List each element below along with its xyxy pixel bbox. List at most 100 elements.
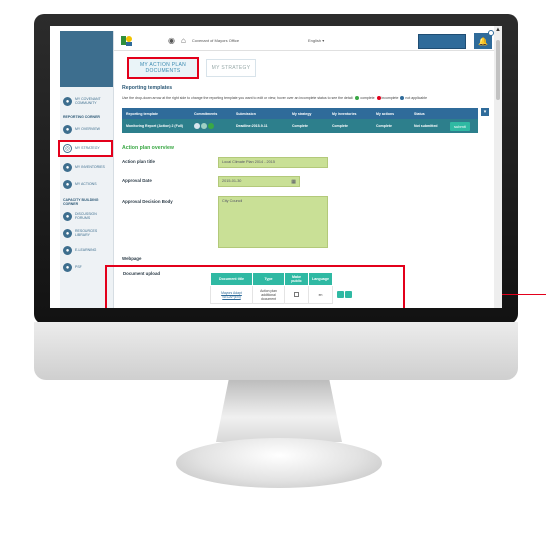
approval-body-label: Approval Decision Body xyxy=(122,199,173,204)
template-select[interactable]: Monitoring Report (Action) 2 (Full) xyxy=(122,124,190,128)
reporting-table-header: Reporting template Commitments Submissio… xyxy=(122,108,478,119)
strategy-status: Complete xyxy=(292,124,308,128)
sidebar-item-label: PSF xyxy=(75,264,82,269)
overview-title: Action plan overview xyxy=(122,145,174,151)
column-header: Document title xyxy=(210,272,253,286)
sidebar-item-label: DISCUSSION FORUMS xyxy=(75,211,97,220)
incomplete-dot-icon xyxy=(376,96,381,101)
legend-complete: complete xyxy=(360,96,375,100)
submit-button[interactable]: submit xyxy=(450,121,470,131)
column-header: Commitments xyxy=(194,111,218,116)
make-public-checkbox[interactable] xyxy=(294,291,299,297)
reporting-helper: Use the drop-down arrow at the right sid… xyxy=(122,96,428,101)
scroll-up-icon[interactable]: ▲ xyxy=(495,27,501,33)
notifications-button[interactable]: 🔔 xyxy=(474,30,494,49)
documents-table-header: Document title Type Make public Language xyxy=(210,272,355,286)
not-applicable-dot-icon xyxy=(400,96,405,101)
language-value: English xyxy=(308,38,322,43)
column-header: My actions xyxy=(376,111,395,116)
library-icon: ● xyxy=(63,229,72,238)
monitor-stand-base xyxy=(176,438,382,488)
tab-my-strategy[interactable]: MY STRATEGY xyxy=(206,59,256,77)
chevron-down-icon: ▾ xyxy=(322,38,325,43)
tab-action-plan-documents[interactable]: MY ACTION PLAN DOCUMENTS xyxy=(127,57,199,79)
document-type: Action plan additional document xyxy=(252,285,285,304)
download-icon[interactable] xyxy=(337,291,344,298)
plan-title-input[interactable]: Local Climate Plan 2014 - 2015 xyxy=(218,157,328,168)
sidebar-item-elearning[interactable]: ● E-LEARNING xyxy=(60,244,113,257)
reporting-table: Reporting template Commitments Submissio… xyxy=(122,108,478,133)
approval-date-label: Approval Date xyxy=(122,178,152,183)
overall-status: Not submitted xyxy=(414,124,438,128)
column-header: My inventories xyxy=(332,111,357,116)
sidebar-item-community[interactable]: ● MY COVENANT COMMUNITY xyxy=(60,95,113,108)
column-header: Reporting template xyxy=(126,111,158,116)
dropdown-toggle-icon[interactable]: ▾ xyxy=(481,108,489,116)
top-header: ◉ ⌂ Covenant of Mayors Office English ▾ … xyxy=(114,30,494,51)
home-icon[interactable]: ⌂ xyxy=(181,36,186,45)
upload-icon[interactable] xyxy=(345,291,352,298)
sidebar-item-library[interactable]: ● RESOURCES LIBRARY xyxy=(60,227,113,240)
scroll-thumb[interactable] xyxy=(496,40,500,100)
screen: ● MY COVENANT COMMUNITY REPORTING CORNER… xyxy=(50,26,502,308)
webpage-label: Webpage xyxy=(122,256,142,261)
helper-text: Use the drop-down arrow at the right sid… xyxy=(122,96,354,100)
sidebar-item-strategy[interactable]: ◎ MY STRATEGY xyxy=(58,140,113,157)
sidebar-item-forums[interactable]: ● DISCUSSION FORUMS xyxy=(60,210,113,223)
monitor-stand-neck xyxy=(216,380,342,442)
actions-header xyxy=(332,272,355,286)
strategy-icon: ◎ xyxy=(63,144,72,153)
inventories-icon: ● xyxy=(63,163,72,172)
sidebar-logo-area xyxy=(60,31,113,87)
bell-icon: 🔔 xyxy=(478,36,488,46)
inventories-status: Complete xyxy=(332,124,348,128)
commitment-adaptation-icon xyxy=(201,123,207,129)
column-header: Status xyxy=(414,111,425,116)
user-account-button[interactable] xyxy=(418,34,466,49)
document-upload-highlight: Document upload Document title Type Make… xyxy=(105,265,405,308)
legend-not-applicable: not applicable xyxy=(405,96,428,100)
table-row: Mayors Adapt SECAP(EN) Action plan addit… xyxy=(210,285,355,304)
column-header: Submission xyxy=(236,111,256,116)
sidebar-item-label: MY ACTIONS xyxy=(75,181,97,186)
calendar-icon[interactable]: ▦ xyxy=(291,179,296,185)
forum-icon: ● xyxy=(63,212,72,221)
reporting-title: Reporting templates xyxy=(122,85,173,91)
main-content: Reporting templates Use the drop-down ar… xyxy=(105,82,494,308)
approval-date-value: 2015-01-30 xyxy=(222,179,242,183)
monitor-illustration: ● MY COVENANT COMMUNITY REPORTING CORNER… xyxy=(0,0,558,541)
column-header: Make public xyxy=(284,272,309,286)
covenant-logo-icon xyxy=(121,35,132,46)
approval-body-textarea[interactable]: City Council xyxy=(218,196,328,248)
document-language: en xyxy=(308,285,333,304)
language-selector[interactable]: English ▾ xyxy=(308,38,324,43)
table-row: Monitoring Report (Action) 2 (Full) Dead… xyxy=(122,119,478,133)
commitment-icons xyxy=(190,123,232,129)
sidebar-item-overview[interactable]: ● MY OVERVIEW xyxy=(60,123,113,136)
document-link[interactable]: Mayors Adapt SECAP(EN) xyxy=(221,291,242,299)
elearning-icon: ● xyxy=(63,246,72,255)
page-scrollbar[interactable]: ▲ xyxy=(494,26,502,308)
sidebar-item-label: MY STRATEGY xyxy=(75,145,100,150)
sidebar-section-reporting: REPORTING CORNER xyxy=(63,115,100,119)
actions-icon: ● xyxy=(63,180,72,189)
column-header: Type xyxy=(252,272,285,286)
sidebar-item-actions[interactable]: ● MY ACTIONS xyxy=(60,178,113,191)
tab-bar: MY ACTION PLAN DOCUMENTS MY STRATEGY xyxy=(114,56,494,80)
sidebar-item-label: E-LEARNING xyxy=(75,247,97,252)
sidebar-item-label: MY OVERVIEW xyxy=(75,126,100,131)
globe-icon[interactable]: ◉ xyxy=(168,36,175,45)
covenant-office-link[interactable]: Covenant of Mayors Office xyxy=(192,38,239,43)
sidebar-item-label: MY INVENTORIES xyxy=(75,164,105,169)
commitment-mitigation-icon xyxy=(194,123,200,129)
psf-icon: ● xyxy=(63,263,72,272)
submission-deadline: Deadline:2015-9-11 xyxy=(236,124,268,128)
approval-date-input[interactable]: 2015-01-30 ▦ xyxy=(218,176,300,187)
document-upload-label: Document upload xyxy=(123,271,161,276)
plan-title-label: Action plan title xyxy=(122,159,155,164)
sidebar-section-capacity: CAPACITY BUILDING CORNER xyxy=(63,198,99,206)
sidebar-item-inventories[interactable]: ● MY INVENTORIES xyxy=(60,161,113,174)
sidebar-item-label: MY COVENANT COMMUNITY xyxy=(75,96,101,105)
community-icon: ● xyxy=(63,97,72,106)
sidebar-item-label: RESOURCES LIBRARY xyxy=(75,228,98,237)
